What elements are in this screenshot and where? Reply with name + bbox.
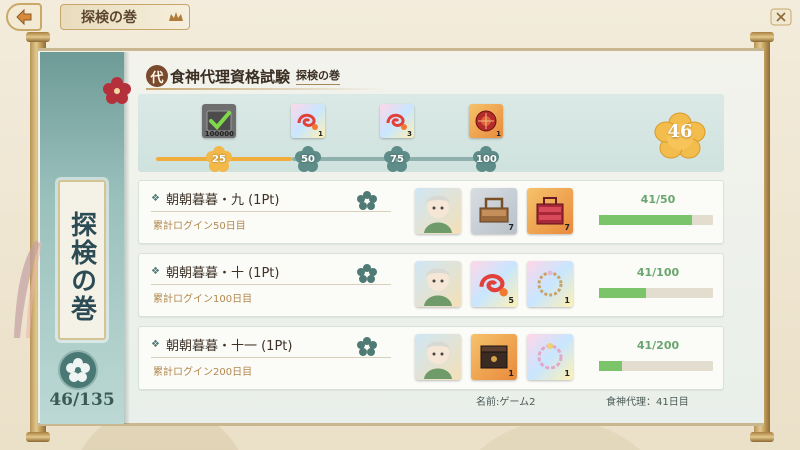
reward-count: 7 <box>508 223 514 232</box>
page-title: 探検の巻 <box>81 10 137 26</box>
milestone-label: 75 <box>390 154 404 165</box>
reward-slot[interactable]: 1 <box>527 334 573 380</box>
vertical-title: 探検の巻 <box>66 211 97 323</box>
diamond-bullet-icon: ❖ <box>151 266 160 277</box>
top-bar: 探検の巻 <box>0 0 800 34</box>
reward-count: 1 <box>508 369 514 378</box>
row-title-text: 朝朝暮暮・十 (1Pt) <box>165 266 280 281</box>
wooden-lunchbox-icon <box>479 197 509 223</box>
row-subtitle: 累計ログイン200日目 <box>153 367 253 378</box>
reward-slot[interactable] <box>415 188 461 234</box>
reward-slot[interactable] <box>415 261 461 307</box>
player-rank: 食神代理：41日目 <box>606 397 689 408</box>
row-divider <box>151 357 391 358</box>
bead-bracelet-icon <box>537 270 563 297</box>
reward-slot[interactable]: 7 <box>471 188 517 234</box>
red-lunchbox-icon <box>536 197 564 225</box>
row-title: ❖ 朝朝暮暮・九 (1Pt) <box>151 189 279 208</box>
row-title-text: 朝朝暮暮・九 (1Pt) <box>165 193 280 208</box>
row-subtitle: 累計ログイン50日目 <box>153 221 246 232</box>
reward-row: ❖ 朝朝暮暮・九 (1Pt) 累計ログイン50日目 7 7 41/50 <box>138 180 724 244</box>
flower-emblem-icon <box>66 358 90 382</box>
row-title: ❖ 朝朝暮暮・十一 (1Pt) <box>151 335 292 354</box>
row-progress-bar <box>599 215 713 225</box>
row-progress-bar <box>599 361 713 371</box>
reward-count: 1 <box>318 130 323 138</box>
back-arrow-icon <box>16 8 32 26</box>
scroll-title: 食神代理資格試験 <box>170 67 291 86</box>
milestone-marker-25: 25 <box>206 146 232 172</box>
dark-jewel-box-icon <box>480 345 508 369</box>
row-progress-bar <box>599 288 713 298</box>
current-points: 46 <box>667 121 693 142</box>
row-flower-icon <box>357 264 377 283</box>
character-portrait-icon <box>424 341 452 379</box>
row-divider <box>151 211 391 212</box>
reward-slot[interactable] <box>415 334 461 380</box>
milestone-marker-100: 100 <box>473 146 499 172</box>
scroll-header: 代 食神代理資格試験 探検の巻 <box>146 64 341 88</box>
diamond-bullet-icon: ❖ <box>151 339 160 350</box>
close-button[interactable] <box>768 6 794 28</box>
reward-row: ❖ 朝朝暮暮・十一 (1Pt) 累計ログイン200日目 1 1 41/200 <box>138 326 724 390</box>
header-divider <box>146 88 386 90</box>
player-name: 名前:ゲーム2 <box>476 397 536 408</box>
row-progress-fill <box>599 215 693 225</box>
scroll-subtitle: 探検の巻 <box>296 67 341 85</box>
row-title: ❖ 朝朝暮暮・十 (1Pt) <box>151 262 279 281</box>
reward-count: 1 <box>496 130 501 138</box>
reward-slot[interactable]: 7 <box>527 188 573 234</box>
plum-blossom-icon <box>103 77 131 104</box>
reward-count: 5 <box>508 296 514 305</box>
dai-badge: 代 <box>146 65 168 87</box>
diamond-bullet-icon: ❖ <box>151 193 160 204</box>
emblem-badge <box>58 350 98 390</box>
milestone-reward-50[interactable]: 1 <box>291 104 325 138</box>
row-progress-text: 41/200 <box>636 339 680 352</box>
milestone-label: 25 <box>212 154 226 165</box>
reward-slot[interactable]: 1 <box>471 334 517 380</box>
flower-bracelet-icon <box>537 343 563 370</box>
reward-count: 1 <box>564 369 570 378</box>
row-progress-text: 41/100 <box>636 266 680 279</box>
row-divider <box>151 284 391 285</box>
row-flower-icon <box>357 337 377 356</box>
milestone-marker-75: 75 <box>384 146 410 172</box>
roller-cap <box>26 32 50 42</box>
reward-count: 1 <box>564 296 570 305</box>
vertical-title-box: 探検の巻 <box>58 180 106 340</box>
milestone-marker-50: 50 <box>295 146 321 172</box>
reward-count: 100000 <box>204 130 234 138</box>
reward-slot[interactable]: 5 <box>471 261 517 307</box>
milestone-reward-75[interactable]: 3 <box>380 104 414 138</box>
close-icon <box>770 8 792 26</box>
row-flower-icon <box>357 191 377 210</box>
milestone-label: 50 <box>301 154 315 165</box>
milestone-label: 100 <box>476 154 497 165</box>
row-progress-text: 41/50 <box>640 193 676 206</box>
row-subtitle: 累計ログイン100日目 <box>153 294 253 305</box>
milestone-reward-25[interactable]: 100000 <box>202 104 236 138</box>
milestone-reward-100[interactable]: 1 <box>469 104 503 138</box>
red-swirl-charm-icon <box>386 113 407 130</box>
crown-ornament-icon <box>169 12 183 21</box>
tassel-ornament-icon <box>14 240 42 338</box>
total-progress-count: 46/135 <box>49 390 115 410</box>
reward-slot[interactable]: 1 <box>527 261 573 307</box>
character-portrait-icon <box>424 268 452 306</box>
character-portrait-icon <box>424 195 452 233</box>
reward-row: ❖ 朝朝暮暮・十 (1Pt) 累計ログイン100日目 5 1 41/100 <box>138 253 724 317</box>
row-title-text: 朝朝暮暮・十一 (1Pt) <box>165 339 293 354</box>
reward-count: 3 <box>407 130 412 138</box>
row-progress-fill <box>599 361 623 371</box>
roller-cap <box>750 32 774 42</box>
row-progress-fill <box>599 288 646 298</box>
roller-cap <box>26 432 50 442</box>
roller-cap <box>750 432 774 442</box>
red-swirl-charm-icon <box>479 274 508 297</box>
red-seal-box-icon <box>475 110 497 132</box>
red-swirl-charm-icon <box>297 113 318 130</box>
reward-count: 7 <box>564 223 570 232</box>
back-button[interactable] <box>6 3 42 31</box>
